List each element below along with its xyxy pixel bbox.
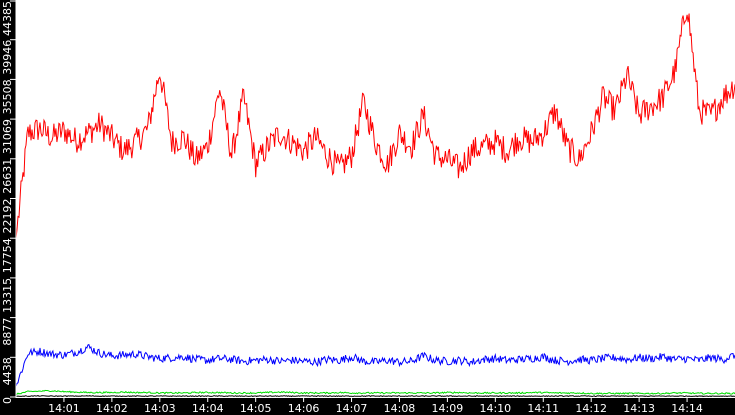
x-tick-label: 14:12 [575,402,607,415]
x-tick-label: 14:02 [96,402,128,415]
y-tick-label: 26631 [1,159,14,194]
x-tick-label: 14:14 [671,402,703,415]
y-tick-label: 17754 [1,238,14,273]
y-tick-label: 13315 [1,278,14,313]
y-tick-label: 44385 [1,1,14,36]
y-tick-label: 39946 [1,40,14,75]
x-tick-label: 14:06 [288,402,320,415]
x-tick-label: 14:05 [240,402,272,415]
x-tick-label: 14:04 [192,402,224,415]
x-tick-label: 14:13 [623,402,655,415]
x-tick-label: 14:03 [144,402,176,415]
y-tick-label: 0 [1,397,14,404]
line-chart: 0 4438 8877 13315 17754 22192 26631 31069 35508 3… [0,0,735,415]
x-tick-label: 14:10 [479,402,511,415]
x-tick-label: 14:09 [432,402,464,415]
x-tick-label: 14:11 [527,402,559,415]
x-tick-label: 14:08 [384,402,416,415]
x-tick-label: 14:07 [336,402,368,415]
x-tick-label: 14:01 [48,402,80,415]
y-tick-label: 8877 [1,318,14,346]
y-tick-label: 35508 [1,79,14,114]
y-tick-label: 4438 [1,357,14,385]
y-tick-label: 31069 [1,119,14,154]
y-tick-label: 22192 [1,199,14,234]
